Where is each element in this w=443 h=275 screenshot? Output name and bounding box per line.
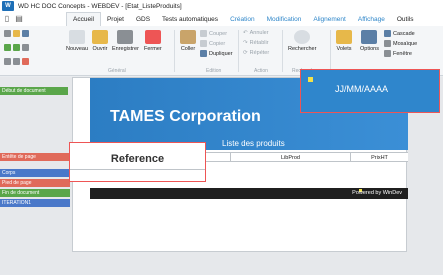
report-editor: Début de document Entête de page Corps P… (0, 69, 443, 275)
ribbon-separator (174, 30, 175, 72)
panels-icon (336, 30, 352, 44)
tab-creation[interactable]: Création (224, 12, 261, 26)
tab-gds[interactable]: GDS (130, 12, 156, 26)
options-button[interactable]: Options (360, 30, 379, 52)
column-libprod[interactable]: LibProd (230, 153, 350, 162)
nouveau-button[interactable]: Nouveau (66, 30, 88, 52)
ribbon-separator (330, 30, 331, 72)
ribbon-quick-icons (4, 30, 29, 37)
open-folder-icon (92, 30, 108, 44)
report-subtitle[interactable]: Liste des produits (222, 139, 285, 148)
section-pied-page[interactable]: Pied de page (0, 179, 70, 187)
ribbon-separator (282, 30, 283, 72)
save-disk-icon (117, 30, 134, 44)
undo-icon: ↶ (243, 30, 248, 36)
webdev-logo-icon: W (2, 1, 14, 11)
grid-icon[interactable] (22, 30, 29, 37)
duplicate-icon (200, 50, 207, 57)
title-bar: W WD HC DOC Concepts - WEBDEV - [Etat_Li… (0, 0, 443, 12)
group-general: Général (108, 68, 126, 74)
dupliquer-button[interactable]: Dupliquer (200, 50, 233, 57)
new-doc-icon[interactable]: ▯ (2, 13, 12, 23)
folder-icon[interactable] (13, 30, 20, 37)
section-corps[interactable]: Corps (0, 169, 70, 177)
forward-icon[interactable] (13, 58, 20, 65)
ouvrir-button[interactable]: Ouvrir (92, 30, 108, 52)
tab-accueil[interactable]: Accueil (66, 12, 101, 26)
window-title: WD HC DOC Concepts - WEBDEV - [Etat_List… (18, 2, 182, 10)
page-icon[interactable] (4, 30, 11, 37)
date-format-text: JJ/MM/AAAA (335, 84, 389, 94)
coller-button[interactable]: Coller (180, 30, 196, 52)
volets-button[interactable]: Volets (336, 30, 352, 52)
tab-projet[interactable]: Projet (101, 12, 130, 26)
section-fin-document[interactable]: Fin de document (0, 189, 70, 197)
tab-modification[interactable]: Modification (261, 12, 308, 26)
ribbon-separator (238, 30, 239, 72)
search-icon (294, 30, 311, 44)
reference-label: Reference (110, 153, 165, 165)
section-entete-page[interactable]: Entête de page (0, 153, 70, 161)
web-tool-icon[interactable] (13, 44, 20, 51)
fenetre-button[interactable]: Fenêtre (384, 50, 412, 57)
copy-icon (200, 40, 207, 47)
tile-icon (384, 40, 391, 47)
group-edition: Edition (206, 68, 222, 74)
close-window-icon (144, 30, 161, 44)
retablir-button[interactable]: ↷ Rétablir (243, 40, 269, 46)
enregistrer-button[interactable]: Enregistrer (112, 30, 139, 52)
copier-button[interactable]: Copier (200, 40, 225, 47)
fermer-button[interactable]: Fermer (144, 30, 162, 52)
footer-bar[interactable]: Powered by WinDev (90, 188, 408, 199)
section-debut-document[interactable]: Début de document (0, 87, 68, 95)
back-icon[interactable] (4, 58, 11, 65)
redo-icon: ↷ (243, 40, 248, 46)
tab-tests-automatiques[interactable]: Tests automatiques (156, 12, 224, 26)
tab-outils[interactable]: Outils (391, 12, 420, 26)
green-tool-icon[interactable] (4, 44, 11, 51)
section-iteration[interactable]: ITERATION1 (0, 199, 70, 207)
scissors-icon (200, 30, 207, 37)
window-icon (384, 50, 391, 57)
repeat-icon: ⟳ (243, 50, 248, 56)
company-name[interactable]: TAMES Corporation (110, 108, 261, 126)
cascade-icon (384, 30, 391, 37)
couper-button[interactable]: Couper (200, 30, 227, 37)
ribbon-tabs: ▯ ▤ Accueil Projet GDS Tests automatique… (0, 12, 443, 26)
refresh-icon[interactable] (22, 58, 29, 65)
group-action: Action (254, 68, 268, 74)
tab-alignement[interactable]: Alignement (307, 12, 352, 26)
date-field[interactable]: JJ/MM/AAAA (300, 69, 440, 113)
mosaique-button[interactable]: Mosaïque (384, 40, 417, 47)
tab-affichage[interactable]: Affichage (352, 12, 391, 26)
paste-icon (180, 30, 196, 44)
annuler-button[interactable]: ↶ Annuler (243, 30, 269, 36)
rechercher-button[interactable]: Rechercher (288, 30, 316, 52)
column-prixht[interactable]: PrixHT (350, 153, 408, 162)
reference-divider (70, 169, 205, 170)
new-file-icon (69, 30, 86, 44)
footer-powered-text[interactable]: Powered by WinDev (352, 190, 402, 196)
list-tool-icon[interactable] (22, 44, 29, 51)
cascade-button[interactable]: Cascade (384, 30, 415, 37)
options-icon (361, 30, 378, 44)
repeter-button[interactable]: ⟳ Répéter (243, 50, 269, 56)
selection-marker-icon (308, 77, 313, 82)
quick-access-toolbar: ▯ ▤ (2, 13, 24, 23)
reference-field[interactable]: Reference (69, 142, 206, 182)
save-icon[interactable]: ▤ (14, 13, 24, 23)
